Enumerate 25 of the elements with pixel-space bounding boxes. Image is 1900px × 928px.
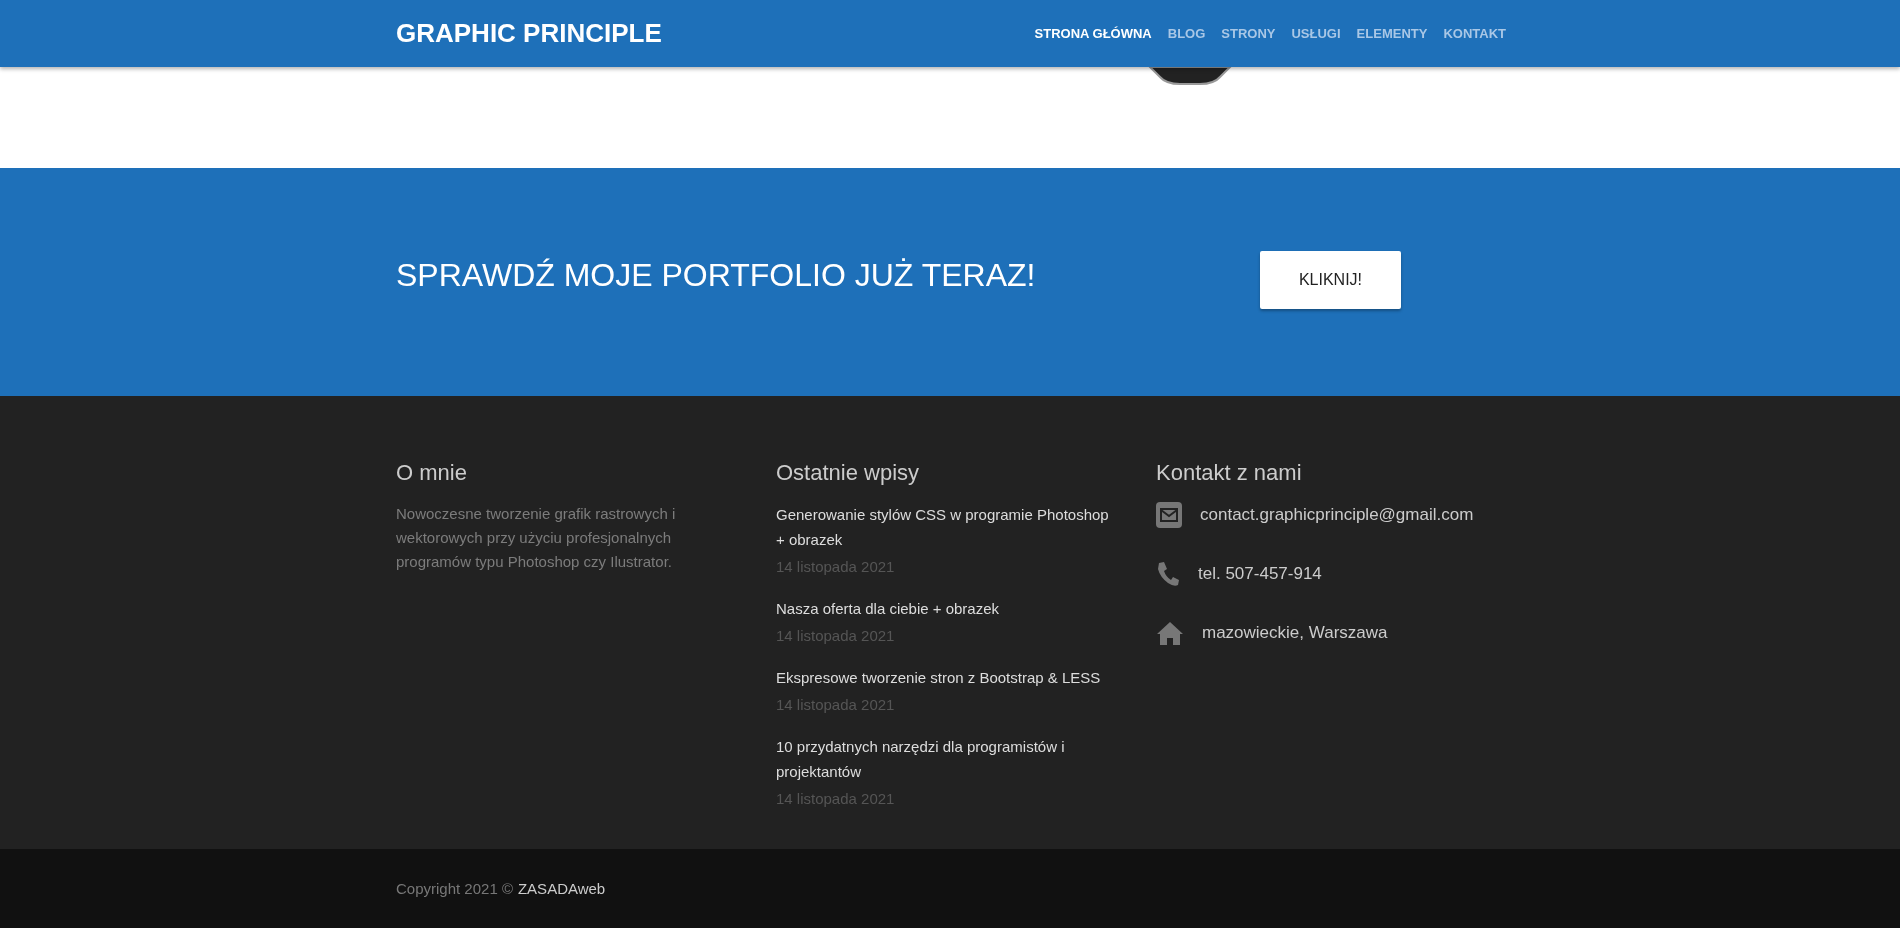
nav-link[interactable]: USŁUGI <box>1291 26 1341 41</box>
column-heading: O mnie <box>396 460 468 486</box>
nav-link[interactable]: KONTAKT <box>1443 26 1506 41</box>
column-heading: Ostatnie wpisy <box>776 460 921 486</box>
cta-heading: SPRAWDŹ MOJE PORTFOLIO JUŻ TERAZ! <box>396 256 1037 294</box>
about-text: Nowoczesne tworzenie grafik rastrowych i wektorowych przy użyciu profesjonalnych programów typu Photoshop czy Ilustrator. <box>396 504 677 572</box>
post-link[interactable]: 10 przydatnych narzędzi dla programistów i projektantów <box>776 734 1116 784</box>
contact-text: mazowieckie, Warszawa <box>1202 623 1388 643</box>
author-link[interactable]: ZASADAweb <box>517 880 606 897</box>
click-button[interactable]: KLIKNIJ! <box>1260 251 1401 309</box>
contact-text: tel. 507-457-914 <box>1198 564 1322 584</box>
post-link[interactable]: Ekspresowe tworzenie stron z Bootstrap & LESS <box>776 665 1116 690</box>
nav-link[interactable]: STRONY <box>1221 26 1276 41</box>
envelope-icon <box>1156 502 1182 528</box>
nav-link[interactable]: BLOG <box>1167 26 1206 41</box>
nav-link[interactable]: STRONA GŁÓWNA <box>1034 26 1152 41</box>
contact-text: contact.graphicprinciple@gmail.com <box>1200 505 1474 525</box>
post-link[interactable]: Generowanie stylów CSS w programie Photoshop + obrazek <box>776 502 1116 552</box>
copyright-text: Copyright 2021 © <box>396 880 513 897</box>
site-logo[interactable]: GRAPHIC PRINCIPLE <box>396 18 662 49</box>
nav-link[interactable]: ELEMENTY <box>1356 26 1428 41</box>
column-heading: Kontakt z nami <box>1156 460 1303 486</box>
post-link[interactable]: Nasza oferta dla ciebie + obrazek <box>776 596 1116 621</box>
house-icon <box>1156 621 1184 645</box>
phone-icon <box>1156 561 1180 587</box>
